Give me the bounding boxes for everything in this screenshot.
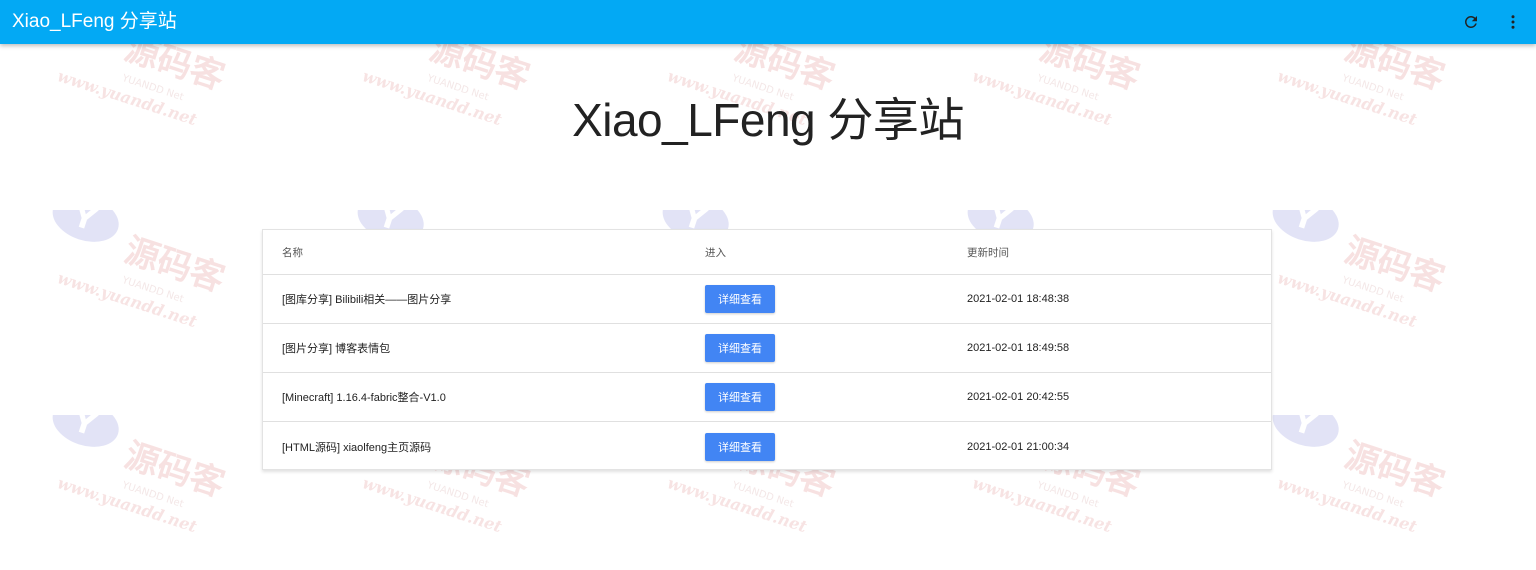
- svg-text:源码客: 源码客: [120, 435, 229, 505]
- svg-text:YUANDD Net: YUANDD Net: [730, 480, 795, 511]
- watermark-logo: Y 源码客YUANDD Netwww.yuandd.net: [1250, 194, 1480, 360]
- row-updated: 2021-02-01 18:49:58: [967, 342, 1070, 354]
- svg-text:www.yuandd.net: www.yuandd.net: [1275, 473, 1420, 536]
- svg-text:YUANDD Net: YUANDD Net: [1035, 480, 1100, 511]
- row-name: [Minecraft] 1.16.4-fabric整合-V1.0: [282, 392, 446, 404]
- svg-text:www.yuandd.net: www.yuandd.net: [55, 473, 200, 536]
- svg-text:www.yuandd.net: www.yuandd.net: [1275, 268, 1420, 331]
- detail-view-button[interactable]: 详细查看: [705, 285, 775, 313]
- svg-text:Y: Y: [68, 415, 102, 444]
- column-header-updated: 更新时间: [967, 246, 1009, 259]
- svg-text:源码客: 源码客: [120, 230, 229, 300]
- detail-view-button[interactable]: 详细查看: [705, 432, 775, 461]
- svg-text:YUANDD Net: YUANDD Net: [1340, 480, 1405, 511]
- svg-text:YUANDD Net: YUANDD Net: [425, 480, 490, 511]
- column-header-enter: 进入: [705, 246, 726, 259]
- refresh-icon: [1462, 13, 1480, 31]
- svg-text:www.yuandd.net: www.yuandd.net: [970, 473, 1115, 536]
- app-bar: Xiao_LFeng 分享站: [0, 0, 1536, 44]
- row-updated: 2021-02-01 18:48:38: [967, 293, 1070, 305]
- row-updated: 2021-02-01 20:42:55: [967, 391, 1070, 403]
- table-row: [图片分享] 博客表情包 详细查看 2021-02-01 18:49:58: [263, 324, 1271, 373]
- table-row: [Minecraft] 1.16.4-fabric整合-V1.0 详细查看 20…: [263, 373, 1271, 422]
- table-row: [HTML源码] xiaolfeng主页源码 详细查看 2021-02-01 2…: [263, 422, 1271, 471]
- svg-text:YUANDD Net: YUANDD Net: [120, 480, 185, 511]
- detail-view-button[interactable]: 详细查看: [705, 383, 775, 411]
- row-name: [HTML源码] xiaolfeng主页源码: [282, 441, 432, 454]
- svg-text:源码客: 源码客: [1340, 230, 1449, 300]
- svg-text:www.yuandd.net: www.yuandd.net: [665, 473, 810, 536]
- svg-text:Y: Y: [1288, 415, 1322, 444]
- watermark-logo: Y 源码客YUANDD Netwww.yuandd.net: [30, 194, 260, 360]
- svg-text:YUANDD Net: YUANDD Net: [1340, 275, 1405, 306]
- svg-text:Y: Y: [1288, 210, 1322, 239]
- table-row: [图库分享] Bilibili相关——图片分享 详细查看 2021-02-01 …: [263, 275, 1271, 324]
- svg-text:www.yuandd.net: www.yuandd.net: [360, 473, 505, 536]
- svg-text:源码客: 源码客: [1340, 435, 1449, 505]
- svg-text:Y: Y: [68, 210, 102, 239]
- svg-text:YUANDD Net: YUANDD Net: [120, 275, 185, 306]
- row-name: [图库分享] Bilibili相关——图片分享: [282, 294, 452, 306]
- row-name: [图片分享] 博客表情包: [282, 343, 391, 355]
- table-header-row: 名称 进入 更新时间: [263, 230, 1271, 275]
- detail-view-button[interactable]: 详细查看: [705, 334, 775, 362]
- app-title: Xiao_LFeng 分享站: [12, 11, 177, 32]
- share-table: 名称 进入 更新时间 [图库分享] Bilibili相关——图片分享 详细查看 …: [262, 229, 1272, 470]
- watermark-logo: Y 源码客YUANDD Netwww.yuandd.net: [1250, 399, 1480, 565]
- watermark-logo: Y 源码客YUANDD Netwww.yuandd.net: [30, 399, 260, 565]
- column-header-name: 名称: [282, 246, 303, 259]
- svg-text:www.yuandd.net: www.yuandd.net: [55, 268, 200, 331]
- refresh-button[interactable]: [1455, 6, 1487, 38]
- more-options-button[interactable]: [1497, 6, 1529, 38]
- more-vert-icon: [1504, 13, 1522, 31]
- row-updated: 2021-02-01 21:00:34: [967, 440, 1070, 453]
- page-title: Xiao_LFeng 分享站: [572, 94, 964, 146]
